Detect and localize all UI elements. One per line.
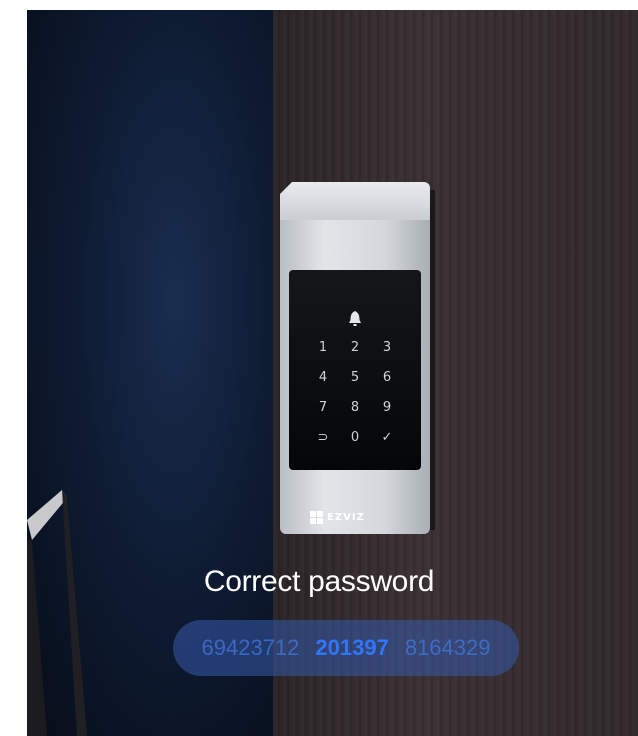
key-back[interactable]: ⊃ bbox=[307, 430, 339, 446]
key-6[interactable]: 6 bbox=[371, 370, 403, 386]
smart-lock: 1 2 3 4 5 6 7 8 9 ⊃ 0 ✓ EZVIZ bbox=[280, 182, 430, 534]
lock-top-cover bbox=[280, 182, 430, 222]
key-8[interactable]: 8 bbox=[339, 400, 371, 416]
brand-name: EZVIZ bbox=[327, 511, 365, 523]
lock-body: 1 2 3 4 5 6 7 8 9 ⊃ 0 ✓ EZVIZ bbox=[280, 220, 430, 534]
ezviz-logo-icon bbox=[310, 510, 323, 524]
key-7[interactable]: 7 bbox=[307, 400, 339, 416]
key-9[interactable]: 9 bbox=[371, 400, 403, 416]
key-3[interactable]: 3 bbox=[371, 340, 403, 356]
code-right: 8164329 bbox=[404, 635, 491, 660]
key-1[interactable]: 1 bbox=[307, 340, 339, 356]
bell-icon bbox=[349, 311, 361, 326]
caption-text: Correct password bbox=[203, 565, 435, 598]
key-4[interactable]: 4 bbox=[307, 370, 339, 386]
keypad-keys: 1 2 3 4 5 6 7 8 9 ⊃ 0 ✓ bbox=[307, 340, 403, 446]
code-main: 201397 bbox=[315, 635, 389, 660]
chair-silhouette bbox=[27, 490, 87, 736]
password-code-bar: 69423712 201397 8164329 bbox=[173, 620, 519, 676]
key-confirm[interactable]: ✓ bbox=[371, 430, 403, 446]
keypad-panel: 1 2 3 4 5 6 7 8 9 ⊃ 0 ✓ bbox=[289, 270, 421, 470]
brand-logo: EZVIZ bbox=[310, 508, 400, 526]
key-5[interactable]: 5 bbox=[339, 370, 371, 386]
key-0[interactable]: 0 bbox=[339, 430, 371, 446]
key-2[interactable]: 2 bbox=[339, 340, 371, 356]
code-left: 69423712 bbox=[201, 635, 300, 660]
